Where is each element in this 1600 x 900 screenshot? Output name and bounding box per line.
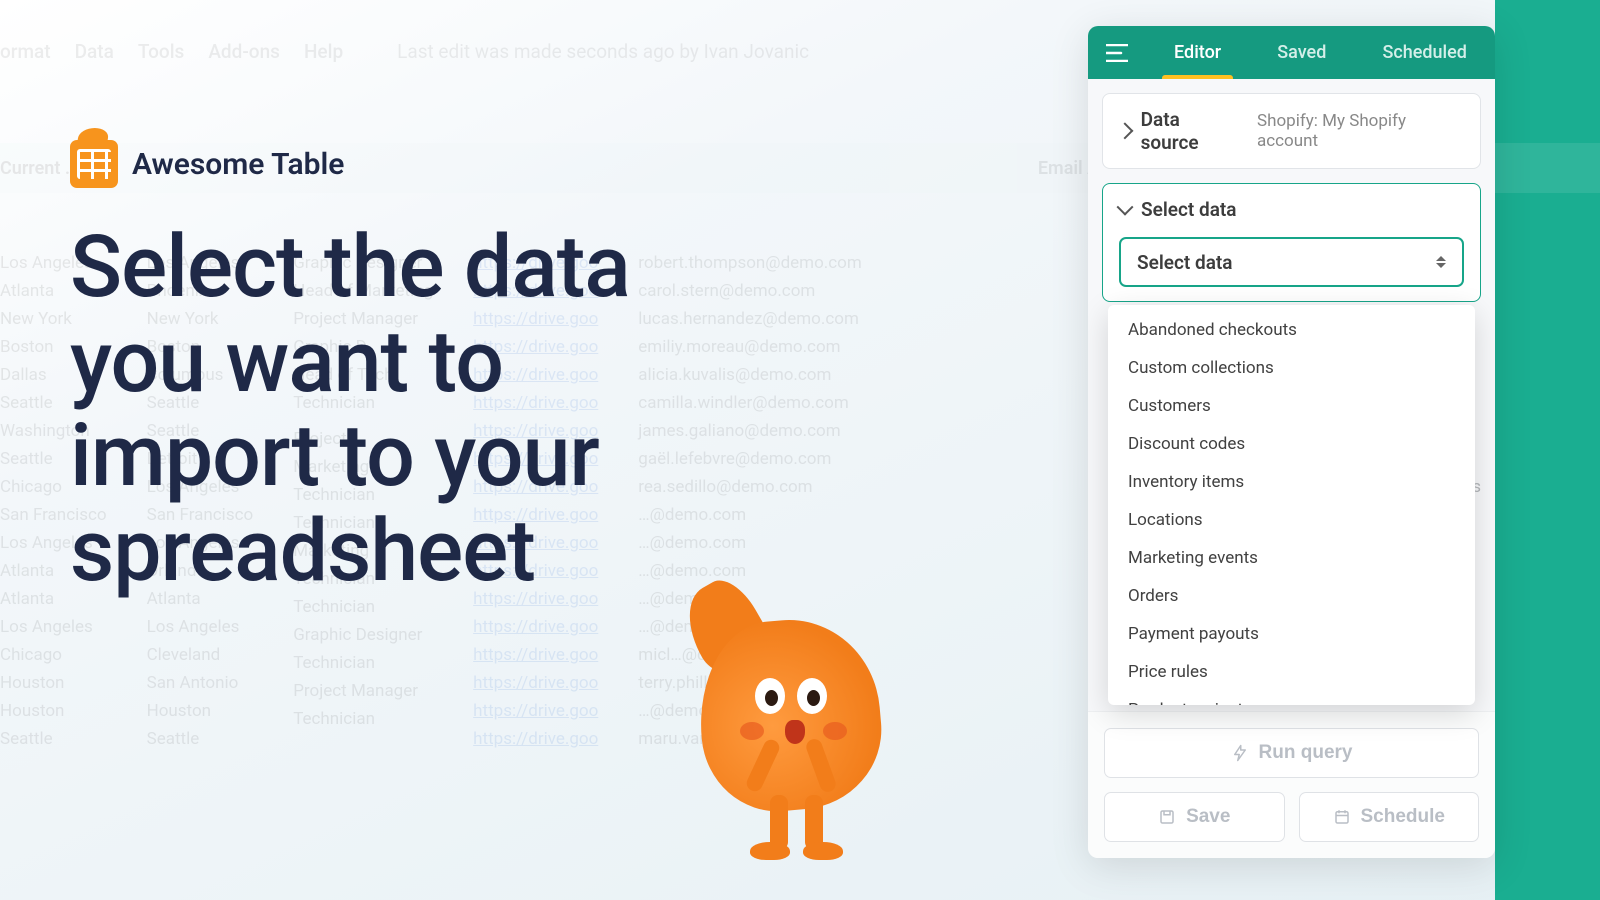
dropdown-option[interactable]: Product variants <box>1108 691 1475 705</box>
bolt-icon <box>1231 744 1249 762</box>
select-data-dropdown-menu: Abandoned checkoutsCustom collectionsCus… <box>1108 305 1475 705</box>
hamburger-icon <box>1106 44 1128 62</box>
tab-saved[interactable]: Saved <box>1269 26 1334 79</box>
save-button[interactable]: Save <box>1104 792 1285 842</box>
select-data-dropdown-trigger[interactable]: Select data <box>1119 237 1464 287</box>
schedule-button[interactable]: Schedule <box>1299 792 1480 842</box>
chevron-right-icon <box>1116 123 1133 140</box>
save-icon <box>1158 808 1176 826</box>
select-data-placeholder: Select data <box>1137 251 1232 274</box>
dropdown-option[interactable]: Payment payouts <box>1108 615 1475 653</box>
brand-lockup: Awesome Table <box>70 140 344 188</box>
connector-side-panel: Editor Saved Scheduled Data source Shopi… <box>1088 26 1495 858</box>
run-query-button[interactable]: Run query <box>1104 728 1479 778</box>
select-data-accordion: Select data Select data <box>1102 183 1481 302</box>
panel-footer: Run query Save Schedule <box>1088 711 1495 858</box>
dropdown-option[interactable]: Locations <box>1108 501 1475 539</box>
calendar-icon <box>1333 808 1351 826</box>
dropdown-option[interactable]: Inventory items <box>1108 463 1475 501</box>
menu-toggle-button[interactable] <box>1088 26 1146 79</box>
select-sort-icon <box>1436 256 1446 268</box>
dropdown-option[interactable]: Discount codes <box>1108 425 1475 463</box>
panel-header: Editor Saved Scheduled <box>1088 26 1495 79</box>
data-source-value: Shopify: My Shopify account <box>1257 111 1464 151</box>
awesome-table-logo-icon <box>70 140 118 188</box>
dropdown-option[interactable]: Orders <box>1108 577 1475 615</box>
data-source-label: Data source <box>1141 108 1239 154</box>
panel-tabs: Editor Saved Scheduled <box>1146 26 1495 79</box>
dropdown-option[interactable]: Marketing events <box>1108 539 1475 577</box>
marketing-headline: Select the data you want to import to yo… <box>70 220 710 598</box>
select-data-label: Select data <box>1141 198 1236 221</box>
chevron-down-icon <box>1117 198 1134 215</box>
dropdown-option[interactable]: Abandoned checkouts <box>1108 311 1475 349</box>
brand-name: Awesome Table <box>132 147 344 182</box>
dropdown-option[interactable]: Customers <box>1108 387 1475 425</box>
data-source-accordion[interactable]: Data source Shopify: My Shopify account <box>1102 93 1481 169</box>
select-data-header[interactable]: Select data <box>1119 198 1464 221</box>
flame-mascot-illustration <box>685 610 905 870</box>
dropdown-option[interactable]: Custom collections <box>1108 349 1475 387</box>
tab-editor[interactable]: Editor <box>1166 26 1229 79</box>
dropdown-option[interactable]: Price rules <box>1108 653 1475 691</box>
tab-scheduled[interactable]: Scheduled <box>1374 26 1474 79</box>
